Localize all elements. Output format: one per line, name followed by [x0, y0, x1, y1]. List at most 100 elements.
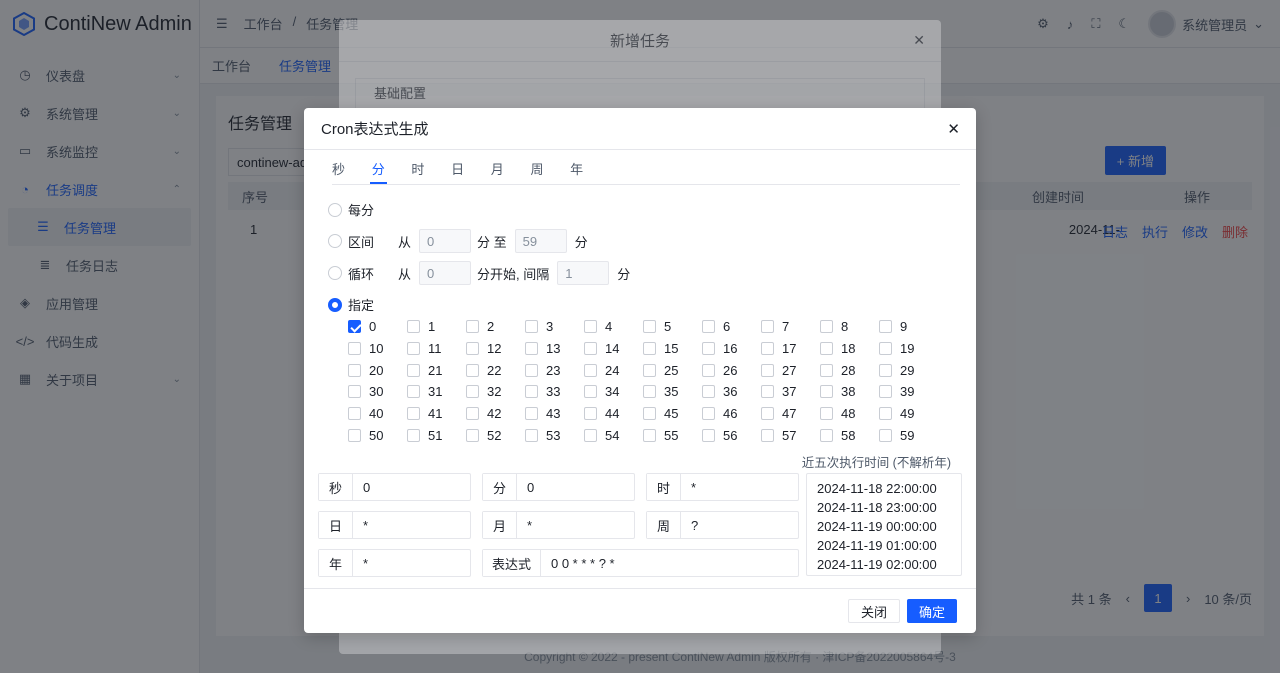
minute-checkbox-40[interactable]: 40	[348, 406, 383, 421]
option-range[interactable]: 区间 从 0 分 至 59 分	[328, 229, 588, 253]
checkbox-icon[interactable]	[525, 341, 538, 355]
radio-specify[interactable]	[328, 297, 342, 312]
checkbox-icon[interactable]	[407, 363, 420, 377]
checkbox-icon[interactable]	[702, 429, 715, 442]
minute-checkbox-2[interactable]: 2	[466, 319, 494, 334]
minute-checkbox-13[interactable]: 13	[525, 341, 560, 356]
minute-checkbox-7[interactable]: 7	[761, 319, 789, 334]
minute-checkbox-35[interactable]: 35	[643, 384, 678, 399]
minute-checkbox-45[interactable]: 45	[643, 406, 678, 421]
checkbox-icon[interactable]	[643, 407, 656, 421]
loop-from-input[interactable]: 0	[419, 261, 472, 285]
checkbox-icon[interactable]	[466, 429, 479, 442]
tab-year[interactable]: 年	[570, 158, 610, 185]
minute-checkbox-59[interactable]: 59	[879, 428, 914, 443]
checkbox-icon[interactable]	[643, 363, 656, 377]
checkbox-icon[interactable]	[820, 363, 833, 377]
tab-day[interactable]: 日	[451, 158, 491, 185]
checkbox-icon[interactable]	[702, 385, 715, 399]
minute-checkbox-19[interactable]: 19	[879, 341, 914, 356]
minute-checkbox-58[interactable]: 58	[820, 428, 855, 443]
week-input[interactable]: ?	[681, 518, 698, 533]
tab-second[interactable]: 秒	[332, 158, 372, 185]
minute-checkbox-29[interactable]: 29	[879, 363, 914, 378]
minute-checkbox-20[interactable]: 20	[348, 363, 383, 378]
minute-checkbox-11[interactable]: 11	[407, 341, 442, 356]
minute-checkbox-49[interactable]: 49	[879, 406, 914, 421]
checkbox-icon[interactable]	[584, 363, 597, 377]
option-specify[interactable]: 指定	[328, 295, 374, 314]
tab-week[interactable]: 周	[530, 158, 570, 185]
checkbox-icon[interactable]	[348, 429, 361, 442]
checkbox-icon[interactable]	[643, 320, 656, 333]
option-every[interactable]: 每分	[328, 200, 374, 219]
minute-checkbox-23[interactable]: 23	[525, 363, 560, 378]
minute-checkbox-54[interactable]: 54	[584, 428, 619, 443]
checkbox-icon[interactable]	[407, 407, 420, 421]
minute-checkbox-22[interactable]: 22	[466, 363, 501, 378]
minute-checkbox-32[interactable]: 32	[466, 384, 501, 399]
radio-loop[interactable]	[328, 266, 342, 280]
checkbox-icon[interactable]	[820, 429, 833, 442]
checkbox-icon[interactable]	[761, 363, 774, 377]
checkbox-icon[interactable]	[348, 341, 361, 355]
checkbox-icon[interactable]	[525, 407, 538, 421]
minute-checkbox-3[interactable]: 3	[525, 319, 553, 334]
minute-checkbox-52[interactable]: 52	[466, 428, 501, 443]
minute-checkbox-12[interactable]: 12	[466, 341, 501, 356]
checkbox-icon[interactable]	[407, 385, 420, 399]
minute-checkbox-15[interactable]: 15	[643, 341, 678, 356]
minute-checkbox-42[interactable]: 42	[466, 406, 501, 421]
checkbox-icon[interactable]	[525, 320, 538, 333]
checkbox-icon[interactable]	[584, 320, 597, 333]
minute-checkbox-24[interactable]: 24	[584, 363, 619, 378]
minute-checkbox-5[interactable]: 5	[643, 319, 671, 334]
minute-checkbox-47[interactable]: 47	[761, 406, 796, 421]
minute-checkbox-34[interactable]: 34	[584, 384, 619, 399]
minute-checkbox-38[interactable]: 38	[820, 384, 855, 399]
checkbox-icon[interactable]	[702, 320, 715, 333]
minute-checkbox-33[interactable]: 33	[525, 384, 560, 399]
checkbox-icon[interactable]	[820, 385, 833, 399]
checkbox-icon[interactable]	[584, 429, 597, 442]
minute-checkbox-0[interactable]: 0	[348, 319, 376, 334]
checkbox-icon[interactable]	[879, 363, 892, 377]
checkbox-icon[interactable]	[820, 407, 833, 421]
checkbox-icon[interactable]	[348, 320, 361, 333]
radio-range[interactable]	[328, 234, 342, 248]
checkbox-icon[interactable]	[879, 385, 892, 399]
checkbox-icon[interactable]	[761, 341, 774, 355]
checkbox-icon[interactable]	[702, 341, 715, 355]
checkbox-icon[interactable]	[348, 385, 361, 399]
minute-checkbox-26[interactable]: 26	[702, 363, 737, 378]
minute-checkbox-25[interactable]: 25	[643, 363, 678, 378]
loop-step-input[interactable]: 1	[557, 261, 610, 285]
hour-input[interactable]: *	[681, 480, 696, 495]
checkbox-icon[interactable]	[761, 407, 774, 421]
minute-checkbox-9[interactable]: 9	[879, 319, 907, 334]
radio-every[interactable]	[328, 202, 342, 217]
minute-checkbox-50[interactable]: 50	[348, 428, 383, 443]
minute-checkbox-36[interactable]: 36	[702, 384, 737, 399]
day-input[interactable]: *	[353, 518, 368, 533]
checkbox-icon[interactable]	[466, 341, 479, 355]
minute-checkbox-53[interactable]: 53	[525, 428, 560, 443]
checkbox-icon[interactable]	[407, 320, 420, 333]
minute-checkbox-30[interactable]: 30	[348, 384, 383, 399]
close-button[interactable]: 关闭	[848, 599, 901, 623]
expr-input[interactable]: 0 0 * * * ? *	[541, 556, 615, 571]
checkbox-icon[interactable]	[643, 341, 656, 355]
checkbox-icon[interactable]	[879, 341, 892, 355]
minute-checkbox-18[interactable]: 18	[820, 341, 855, 356]
checkbox-icon[interactable]	[348, 363, 361, 377]
minute-checkbox-14[interactable]: 14	[584, 341, 619, 356]
checkbox-icon[interactable]	[879, 320, 892, 333]
checkbox-icon[interactable]	[879, 429, 892, 442]
checkbox-icon[interactable]	[466, 407, 479, 421]
checkbox-icon[interactable]	[761, 320, 774, 333]
minute-checkbox-8[interactable]: 8	[820, 319, 848, 334]
checkbox-icon[interactable]	[879, 407, 892, 421]
minute-checkbox-48[interactable]: 48	[820, 406, 855, 421]
checkbox-icon[interactable]	[820, 341, 833, 355]
checkbox-icon[interactable]	[643, 385, 656, 399]
